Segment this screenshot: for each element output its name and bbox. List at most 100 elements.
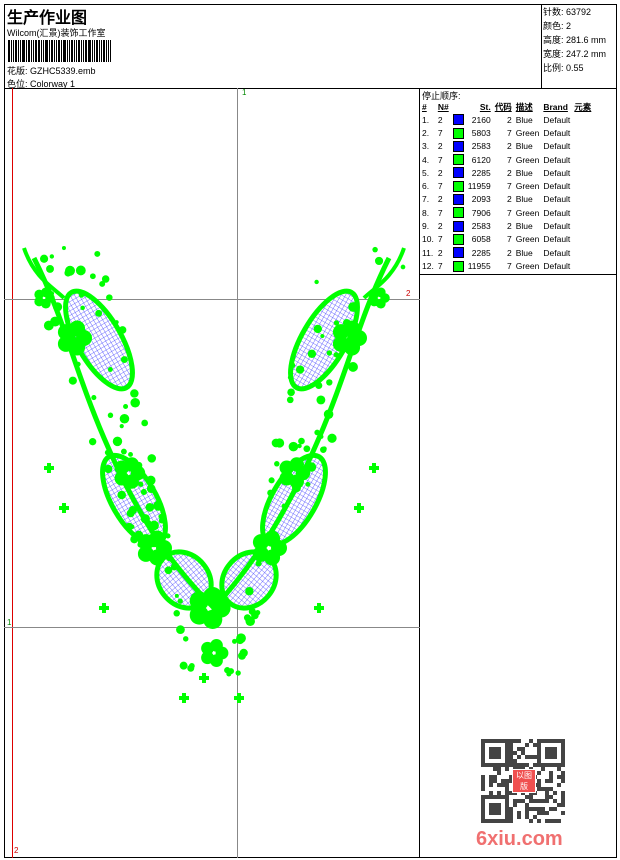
cell-code: 2 bbox=[507, 194, 512, 205]
embroidery-dot bbox=[145, 503, 155, 512]
cell-num: 10. bbox=[422, 234, 434, 245]
cell-num: 6. bbox=[422, 181, 430, 192]
cell-st: 2093 bbox=[471, 194, 491, 205]
embroidery-dot bbox=[94, 250, 101, 257]
embroidery-dot bbox=[119, 414, 130, 424]
table-row: 6. 7 11959 7 Green Default bbox=[420, 179, 593, 192]
qr-module bbox=[525, 815, 529, 819]
qr-module bbox=[513, 803, 517, 807]
cell-desc: Green bbox=[515, 154, 540, 165]
qr-module bbox=[537, 811, 541, 815]
barcode-bar bbox=[35, 40, 37, 62]
barcode-bar bbox=[43, 40, 44, 62]
embroidery-dot bbox=[281, 503, 287, 509]
qr-module bbox=[517, 763, 521, 767]
cross-motif bbox=[44, 463, 54, 473]
cross-motif bbox=[314, 603, 324, 613]
design-info: 针数: 63792 颜色: 2 高度: 281.6 mm 宽度: 247.2 m… bbox=[541, 4, 617, 89]
embroidery-dot bbox=[68, 376, 77, 385]
table-row: 9. 2 2583 2 Blue Default bbox=[420, 219, 593, 232]
embroidery-dot bbox=[259, 534, 269, 544]
embroidery-dot bbox=[326, 350, 333, 356]
cell-element bbox=[572, 126, 593, 139]
cell-n: 2 bbox=[437, 194, 443, 205]
cell-element bbox=[572, 140, 593, 153]
table-row: 3. 2 2583 2 Blue Default bbox=[420, 140, 593, 153]
cell-n: 7 bbox=[437, 127, 443, 138]
table-row: 7. 2 2093 2 Blue Default bbox=[420, 193, 593, 206]
qr-module bbox=[561, 779, 565, 783]
embroidery-dot bbox=[125, 522, 133, 530]
embroidery-dot bbox=[153, 500, 164, 511]
cell-swatch bbox=[451, 126, 466, 139]
embroidery-dot bbox=[314, 279, 319, 285]
qr-module bbox=[541, 811, 545, 815]
qr-module bbox=[557, 819, 561, 823]
qr-module bbox=[489, 747, 501, 759]
qr-module bbox=[481, 787, 485, 791]
cell-num: 3. bbox=[422, 141, 430, 152]
embroidery-dot bbox=[135, 461, 143, 469]
qr-module bbox=[549, 787, 553, 791]
qr-module bbox=[517, 799, 521, 803]
qr-module bbox=[537, 771, 541, 775]
cell-num: 2. bbox=[422, 127, 430, 138]
embroidery-dot bbox=[287, 375, 293, 380]
embroidery-dot bbox=[104, 464, 113, 474]
qr-module bbox=[537, 783, 541, 787]
qr-module bbox=[533, 763, 537, 767]
qr-module bbox=[489, 775, 493, 779]
flower-petal bbox=[69, 320, 86, 337]
embroidery-dot bbox=[318, 434, 324, 439]
embroidery-dot bbox=[46, 265, 54, 273]
cell-desc: Green bbox=[515, 234, 540, 245]
qr-module bbox=[537, 779, 541, 783]
cell-code: 7 bbox=[507, 127, 512, 138]
qr-module bbox=[509, 751, 513, 755]
embroidery-dot bbox=[49, 254, 55, 259]
embroidery-dot bbox=[251, 611, 259, 620]
color-count: 颜色: 2 bbox=[543, 21, 572, 31]
barcode-bar bbox=[96, 40, 98, 62]
embroidery-dot bbox=[314, 429, 321, 436]
qr-module bbox=[505, 791, 509, 795]
qr-module bbox=[533, 799, 537, 803]
embroidery-dot bbox=[49, 291, 55, 296]
qr-module bbox=[493, 775, 497, 779]
embroidery-dot bbox=[107, 367, 113, 372]
cell-element bbox=[572, 179, 593, 192]
embroidery-dot bbox=[245, 587, 254, 596]
qr-module bbox=[553, 819, 557, 823]
embroidery-dot bbox=[146, 475, 156, 486]
qr-module bbox=[525, 763, 529, 767]
cell-element bbox=[572, 113, 593, 126]
embroidery-dot bbox=[271, 438, 281, 448]
cell-code: 2 bbox=[507, 247, 512, 258]
flower-petal bbox=[41, 287, 51, 298]
embroidery-dot bbox=[114, 320, 119, 325]
embroidery-dot bbox=[91, 395, 97, 401]
col-swatch bbox=[451, 100, 466, 113]
qr-module bbox=[509, 759, 513, 763]
cell-st: 11955 bbox=[467, 260, 491, 271]
embroidery-dot bbox=[348, 362, 358, 372]
color-swatch bbox=[452, 220, 464, 232]
embroidery-dot bbox=[75, 265, 86, 276]
embroidery-dot bbox=[146, 534, 153, 540]
qr-module bbox=[561, 771, 565, 775]
embroidery-dot bbox=[117, 490, 126, 500]
col-index: # bbox=[422, 101, 427, 112]
cell-element bbox=[572, 219, 593, 232]
qr-module bbox=[545, 799, 549, 803]
embroidery-dot bbox=[118, 326, 127, 334]
cell-brand: Default bbox=[543, 221, 571, 232]
cell-st: 2285 bbox=[471, 247, 491, 258]
cell-code: 2 bbox=[507, 167, 512, 178]
embroidery-dot bbox=[374, 301, 379, 307]
embroidery-dot bbox=[70, 338, 80, 347]
seal-stamp: 以图版 bbox=[512, 769, 536, 793]
qr-module bbox=[533, 807, 537, 811]
qr-module bbox=[513, 739, 517, 743]
cell-brand: Default bbox=[543, 154, 571, 165]
cross-motif bbox=[369, 463, 379, 473]
